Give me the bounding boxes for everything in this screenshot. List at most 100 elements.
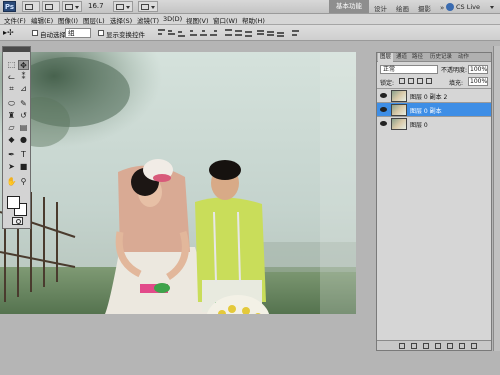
- new-layer-icon[interactable]: [459, 343, 465, 349]
- menu-file[interactable]: 文件(F): [4, 15, 26, 25]
- distribute-bottom-icon[interactable]: [245, 29, 252, 37]
- layer-row[interactable]: 图层 0 副本: [377, 102, 491, 116]
- panel-dock-strip[interactable]: [493, 46, 500, 351]
- lock-all-icon[interactable]: [426, 78, 432, 84]
- workspace-photography[interactable]: 摄影: [418, 3, 431, 13]
- distribute-right-icon[interactable]: [277, 29, 284, 37]
- align-top-icon[interactable]: [158, 29, 165, 37]
- distribute-hcenter-icon[interactable]: [267, 29, 274, 37]
- layer-style-icon[interactable]: [411, 343, 417, 349]
- tab-actions[interactable]: 动作: [456, 53, 471, 62]
- foreground-color-swatch[interactable]: [7, 196, 20, 209]
- trash-icon[interactable]: [471, 343, 477, 349]
- workspace-more[interactable]: »: [440, 4, 444, 12]
- menu-filter[interactable]: 滤镜(T): [137, 15, 159, 25]
- marquee-tool-icon[interactable]: ⬚: [6, 60, 17, 70]
- blend-mode-dropdown[interactable]: 正常: [380, 65, 438, 74]
- zoom-tool-icon[interactable]: ⚲: [18, 177, 29, 187]
- screen-mode-button[interactable]: [138, 1, 158, 12]
- menu-bar: 文件(F) 编辑(E) 图像(I) 图层(L) 选择(S) 滤镜(T) 3D(D…: [0, 14, 500, 25]
- tab-layers[interactable]: 图层: [378, 53, 394, 62]
- auto-select-dropdown[interactable]: 组: [65, 28, 91, 38]
- menu-edit[interactable]: 编辑(E): [31, 15, 53, 25]
- align-vcenter-icon[interactable]: [168, 29, 175, 37]
- eye-icon[interactable]: [380, 93, 387, 98]
- workspace-design[interactable]: 设计: [374, 3, 387, 13]
- tool-preset-picker[interactable]: ▸✢: [3, 28, 17, 38]
- lasso-tool-icon[interactable]: ᓚ: [6, 72, 17, 82]
- app-bar: Ps 16.7 基本功能 设计 绘画 摄影 » CS Live: [0, 0, 500, 14]
- eye-icon[interactable]: [380, 107, 387, 112]
- workspace-essentials[interactable]: 基本功能: [329, 0, 369, 13]
- zoom-level[interactable]: 16.7: [88, 2, 104, 10]
- clone-stamp-tool-icon[interactable]: ♜: [6, 111, 17, 121]
- tools-panel-header[interactable]: [3, 47, 30, 52]
- workspace-painting[interactable]: 绘画: [396, 3, 409, 13]
- auto-align-layers-icon[interactable]: [292, 29, 299, 37]
- view-extras-icon: [65, 4, 73, 10]
- history-brush-tool-icon[interactable]: ↺: [18, 111, 29, 121]
- layer-name: 图层 0 副本 2: [410, 94, 448, 101]
- type-tool-icon[interactable]: T: [18, 150, 29, 160]
- layer-row[interactable]: 图层 0: [377, 116, 491, 130]
- healing-tool-icon[interactable]: ⬭: [6, 99, 17, 109]
- arrange-documents-button[interactable]: [113, 1, 133, 12]
- layer-row[interactable]: 图层 0 副本 2: [377, 88, 491, 102]
- options-bar: ▸✢ 自动选择: 组 显示变换控件: [0, 25, 500, 41]
- chevron-down-icon: [75, 6, 79, 9]
- tab-channels[interactable]: 通道: [394, 53, 409, 62]
- eye-icon[interactable]: [380, 121, 387, 126]
- align-right-icon[interactable]: [210, 29, 217, 37]
- eraser-tool-icon[interactable]: ▱: [6, 123, 17, 133]
- link-layers-icon[interactable]: [399, 343, 405, 349]
- lock-pixels-icon[interactable]: [408, 78, 414, 84]
- cs-live-button[interactable]: CS Live: [456, 3, 480, 11]
- fill-field[interactable]: 100%: [468, 77, 488, 86]
- minibridge-button[interactable]: [42, 1, 60, 12]
- menu-select[interactable]: 选择(S): [110, 15, 132, 25]
- move-tool-icon[interactable]: ✥: [18, 60, 29, 70]
- distribute-vcenter-icon[interactable]: [235, 29, 242, 37]
- path-select-tool-icon[interactable]: ➤: [6, 162, 17, 172]
- align-left-icon[interactable]: [190, 29, 197, 37]
- view-extras-button[interactable]: [62, 1, 82, 12]
- bridge-button[interactable]: [22, 1, 40, 12]
- shape-tool-icon[interactable]: ■: [18, 162, 29, 172]
- magic-wand-tool-icon[interactable]: ⁑: [18, 72, 29, 82]
- opacity-label: 不透明度:: [441, 67, 468, 74]
- tab-paths[interactable]: 路径: [410, 53, 425, 62]
- quick-mask-icon[interactable]: [12, 217, 23, 225]
- pen-tool-icon[interactable]: ✒: [6, 150, 17, 160]
- menu-help[interactable]: 帮助(H): [242, 15, 265, 25]
- chevron-down-icon: [151, 6, 155, 9]
- opacity-field[interactable]: 100%: [468, 65, 488, 74]
- layers-panel: 图层 通道 路径 历史记录 动作 正常 不透明度: 100% 锁定: 填充: 1…: [376, 52, 492, 351]
- menu-window[interactable]: 窗口(W): [213, 15, 238, 25]
- adjustment-layer-icon[interactable]: [435, 343, 441, 349]
- crop-tool-icon[interactable]: ⌗: [6, 84, 17, 94]
- add-mask-icon[interactable]: [423, 343, 429, 349]
- dodge-tool-icon[interactable]: ●: [18, 135, 29, 145]
- align-bottom-icon[interactable]: [178, 29, 185, 37]
- menu-3d[interactable]: 3D(D): [163, 15, 182, 23]
- cs-live-icon: [446, 3, 454, 11]
- menu-view[interactable]: 视图(V): [186, 15, 209, 25]
- tools-panel: ✥ ⬚ ᓚ ⁑ ⌗ ⊿ ⬭ ✎ ♜ ↺ ▱ ▤ ◆ ● ✒ T ➤ ■ ✋ ⚲: [2, 46, 31, 229]
- show-transform-checkbox[interactable]: [98, 30, 104, 36]
- brush-tool-icon[interactable]: ✎: [18, 99, 29, 109]
- lock-position-icon[interactable]: [417, 78, 423, 84]
- gradient-tool-icon[interactable]: ▤: [18, 123, 29, 133]
- hand-tool-icon[interactable]: ✋: [6, 177, 17, 187]
- align-hcenter-icon[interactable]: [200, 29, 207, 37]
- menu-image[interactable]: 图像(I): [58, 15, 78, 25]
- distribute-left-icon[interactable]: [257, 29, 264, 37]
- blur-tool-icon[interactable]: ◆: [6, 135, 17, 145]
- auto-select-checkbox[interactable]: [32, 30, 38, 36]
- document-canvas[interactable]: [0, 52, 356, 314]
- new-group-icon[interactable]: [447, 343, 453, 349]
- eyedropper-tool-icon[interactable]: ⊿: [18, 84, 29, 94]
- lock-transparent-icon[interactable]: [399, 78, 405, 84]
- distribute-top-icon[interactable]: [225, 29, 232, 37]
- tab-history[interactable]: 历史记录: [428, 53, 454, 62]
- menu-layer[interactable]: 图层(L): [83, 15, 105, 25]
